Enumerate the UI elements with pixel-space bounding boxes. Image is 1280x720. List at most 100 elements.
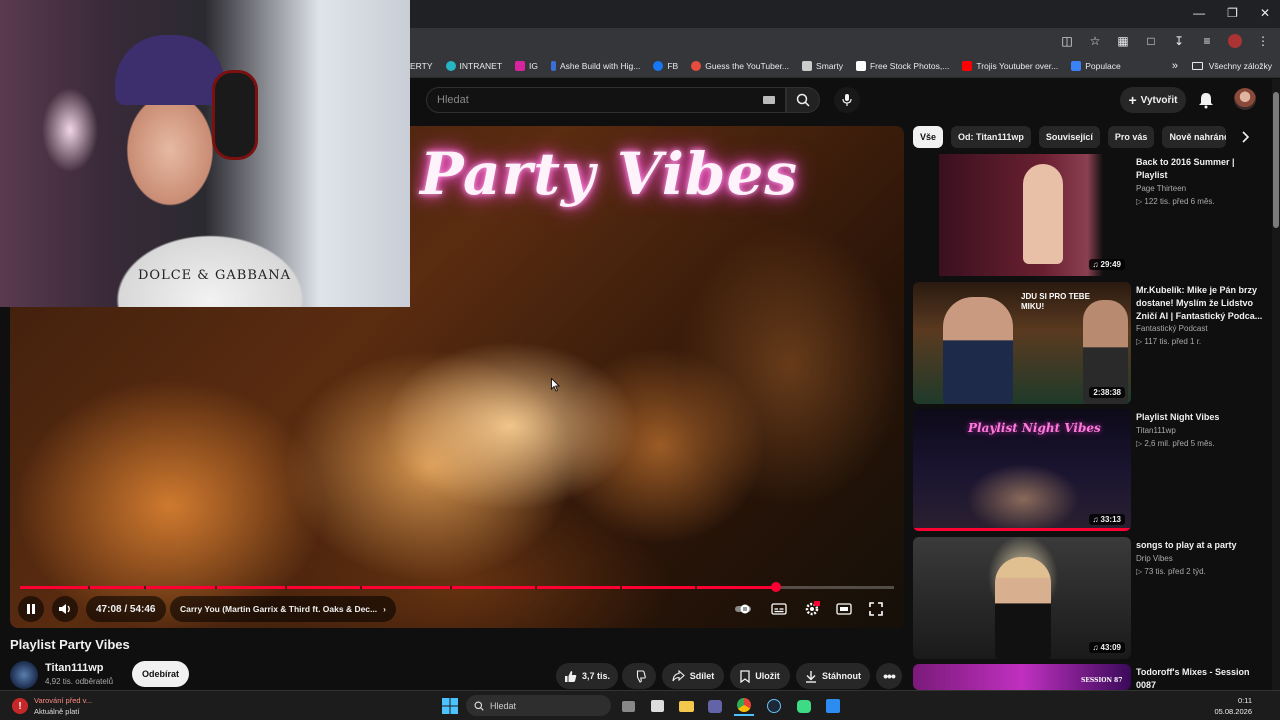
bookmark-star-icon[interactable]: ☆ bbox=[1088, 34, 1102, 48]
chip-related[interactable]: Související bbox=[1038, 126, 1100, 148]
folder-icon bbox=[1191, 62, 1203, 70]
progress-bar[interactable] bbox=[20, 582, 894, 592]
pause-button[interactable] bbox=[18, 596, 44, 622]
create-button[interactable]: + Vytvořit bbox=[1120, 87, 1186, 113]
close-icon[interactable]: ✕ bbox=[1260, 6, 1270, 20]
media-icon[interactable]: ≡ bbox=[1200, 34, 1214, 48]
download-icon[interactable]: ↧ bbox=[1172, 34, 1186, 48]
subscribe-button[interactable]: Odebírat bbox=[132, 661, 189, 687]
extension-icon[interactable]: ▦ bbox=[1116, 34, 1130, 48]
chip-recently-uploaded[interactable]: Nově nahráno bbox=[1162, 126, 1227, 148]
file-explorer-icon[interactable] bbox=[676, 696, 696, 716]
recommendation-title[interactable]: Mr.Kubelík: Mike je Pán brzy dostane! My… bbox=[1136, 284, 1264, 323]
volume-button[interactable] bbox=[52, 596, 78, 622]
bookmark-6[interactable]: Smarty bbox=[802, 61, 843, 71]
pause-icon bbox=[27, 604, 35, 614]
search-button[interactable] bbox=[786, 87, 820, 113]
restore-icon[interactable]: ❐ bbox=[1227, 6, 1238, 20]
steam-icon[interactable] bbox=[764, 696, 784, 716]
store-icon[interactable] bbox=[647, 696, 667, 716]
recommendation-item[interactable]: Playlist Night Vibes ♫ 33:13 Playlist Nig… bbox=[913, 409, 1273, 531]
bookmark-5[interactable]: Guess the YouTuber... bbox=[691, 61, 789, 71]
chevron-right-icon[interactable] bbox=[1238, 130, 1252, 144]
voice-search-button[interactable] bbox=[834, 87, 860, 113]
menu-dots-icon[interactable]: ⋮ bbox=[1256, 34, 1270, 48]
video-thumbnail[interactable]: JDU SI PRO TEBE MIKU! 2:38:38 bbox=[913, 282, 1131, 404]
chip-all[interactable]: Vše bbox=[913, 126, 944, 148]
weather-warning-widget[interactable]: ! Varování před v... Aktuálně platí bbox=[12, 695, 92, 717]
profile-icon[interactable] bbox=[1228, 34, 1242, 48]
bookmark-4[interactable]: FB bbox=[653, 61, 678, 71]
bookmarks-overflow-icon[interactable]: » bbox=[1172, 60, 1178, 72]
windows-start-icon[interactable] bbox=[440, 696, 460, 716]
recommendation-item[interactable]: ♫ 43:09 songs to play at a party Drip Vib… bbox=[913, 537, 1273, 659]
scrollbar-thumb[interactable] bbox=[1273, 92, 1279, 228]
recommendation-channel[interactable]: Fantastický Podcast bbox=[1136, 324, 1208, 333]
account-avatar[interactable] bbox=[1234, 88, 1256, 110]
chip-for-you[interactable]: Pro vás bbox=[1107, 126, 1155, 148]
chapter-button[interactable]: Carry You (Martin Garrix & Third ft. Oak… bbox=[170, 596, 396, 622]
like-button[interactable]: 3,7 tis. bbox=[556, 663, 618, 689]
gear-icon bbox=[805, 601, 820, 616]
thumbnail-caption: SESSION 87 bbox=[1081, 677, 1123, 684]
recommendation-item[interactable]: JDU SI PRO TEBE MIKU! 2:38:38 Mr.Kubelík… bbox=[913, 282, 1273, 404]
dislike-button[interactable] bbox=[622, 663, 656, 689]
share-button[interactable]: Sdílet bbox=[662, 663, 724, 689]
bookmark-1[interactable]: INTRANET bbox=[445, 61, 502, 71]
download-button[interactable]: Stáhnout bbox=[796, 663, 870, 689]
extensions-puzzle-icon[interactable]: □ bbox=[1144, 34, 1158, 48]
warning-title: Varování před v... bbox=[34, 696, 93, 705]
video-thumbnail[interactable]: ♫ 43:09 bbox=[913, 537, 1131, 659]
recommendation-item[interactable]: SESSION 87 Todoroff's Mixes - Session 00… bbox=[913, 664, 1273, 690]
video-thumbnail[interactable]: ♫ 29:49 bbox=[913, 154, 1131, 276]
taskbar-search[interactable]: Hledat bbox=[466, 695, 611, 716]
fullscreen-button[interactable] bbox=[867, 600, 885, 618]
recommendation-title[interactable]: Playlist Night Vibes bbox=[1136, 411, 1264, 424]
discord-icon[interactable] bbox=[794, 696, 814, 716]
app-icon[interactable] bbox=[823, 696, 843, 716]
save-button[interactable]: Uložit bbox=[730, 663, 790, 689]
theater-mode-button[interactable] bbox=[835, 600, 853, 618]
notifications-bell-icon[interactable] bbox=[1196, 90, 1216, 110]
thumb-figure bbox=[1023, 164, 1063, 264]
all-bookmarks[interactable]: Všechny záložky bbox=[1191, 61, 1272, 71]
more-actions-button[interactable]: ••• bbox=[876, 663, 902, 689]
chrome-icon[interactable] bbox=[734, 696, 754, 716]
settings-button[interactable] bbox=[803, 600, 821, 618]
theater-mode-icon bbox=[836, 603, 852, 615]
chip-from-channel[interactable]: Od: Titan111wp bbox=[951, 126, 1031, 148]
recommendation-item[interactable]: ♫ 29:49 Back to 2016 Summer | Playlist Pa… bbox=[913, 154, 1273, 276]
taskbar-clock[interactable]: 0:11 05.08.2026 bbox=[1214, 695, 1252, 717]
video-thumbnail[interactable]: SESSION 87 bbox=[913, 664, 1131, 690]
recommendation-channel[interactable]: Titan111wp bbox=[1136, 426, 1176, 435]
video-thumbnail[interactable]: Playlist Night Vibes ♫ 33:13 bbox=[913, 409, 1131, 531]
bookmark-7[interactable]: Free Stock Photos,... bbox=[855, 61, 949, 71]
taskbar: ! Varování před v... Aktuálně platí Hled… bbox=[0, 690, 1280, 720]
teams-icon[interactable] bbox=[705, 696, 725, 716]
recommendation-channel[interactable]: Page Thirteen bbox=[1136, 184, 1186, 193]
autoplay-toggle[interactable] bbox=[734, 600, 752, 618]
bookmark-9[interactable]: Populace bbox=[1071, 61, 1121, 71]
install-app-icon[interactable]: ◫ bbox=[1060, 34, 1074, 48]
warning-icon: ! bbox=[12, 698, 28, 714]
minimize-icon[interactable]: — bbox=[1193, 6, 1205, 20]
bookmark-icon bbox=[740, 669, 750, 683]
recommendation-title[interactable]: Todoroff's Mixes - Session 0087 bbox=[1136, 666, 1264, 690]
bookmark-2[interactable]: IG bbox=[515, 61, 538, 71]
recommendation-channel[interactable]: Drip Vibes bbox=[1136, 554, 1173, 563]
recommendation-meta: ▷ 117 tis. před 1 r. bbox=[1136, 337, 1202, 346]
search-input[interactable]: Hledat bbox=[426, 87, 786, 113]
bookmark-3[interactable]: Ashe Build with Hig... bbox=[551, 61, 640, 71]
bookmark-label: IG bbox=[529, 61, 539, 71]
recommendation-title[interactable]: Back to 2016 Summer | Playlist bbox=[1136, 156, 1264, 182]
bookmark-0[interactable]: ERTY bbox=[410, 61, 433, 71]
progress-scrubber[interactable] bbox=[771, 582, 781, 592]
channel-avatar[interactable] bbox=[10, 661, 38, 689]
channel-name[interactable]: Titan111wp bbox=[45, 662, 104, 674]
recommendation-title[interactable]: songs to play at a party bbox=[1136, 539, 1264, 552]
download-label: Stáhnout bbox=[822, 671, 861, 681]
keyboard-icon[interactable] bbox=[763, 96, 775, 104]
subtitles-button[interactable] bbox=[770, 600, 788, 618]
bookmark-8[interactable]: Trojis Youtuber over... bbox=[962, 61, 1058, 71]
task-view-icon[interactable] bbox=[618, 696, 638, 716]
